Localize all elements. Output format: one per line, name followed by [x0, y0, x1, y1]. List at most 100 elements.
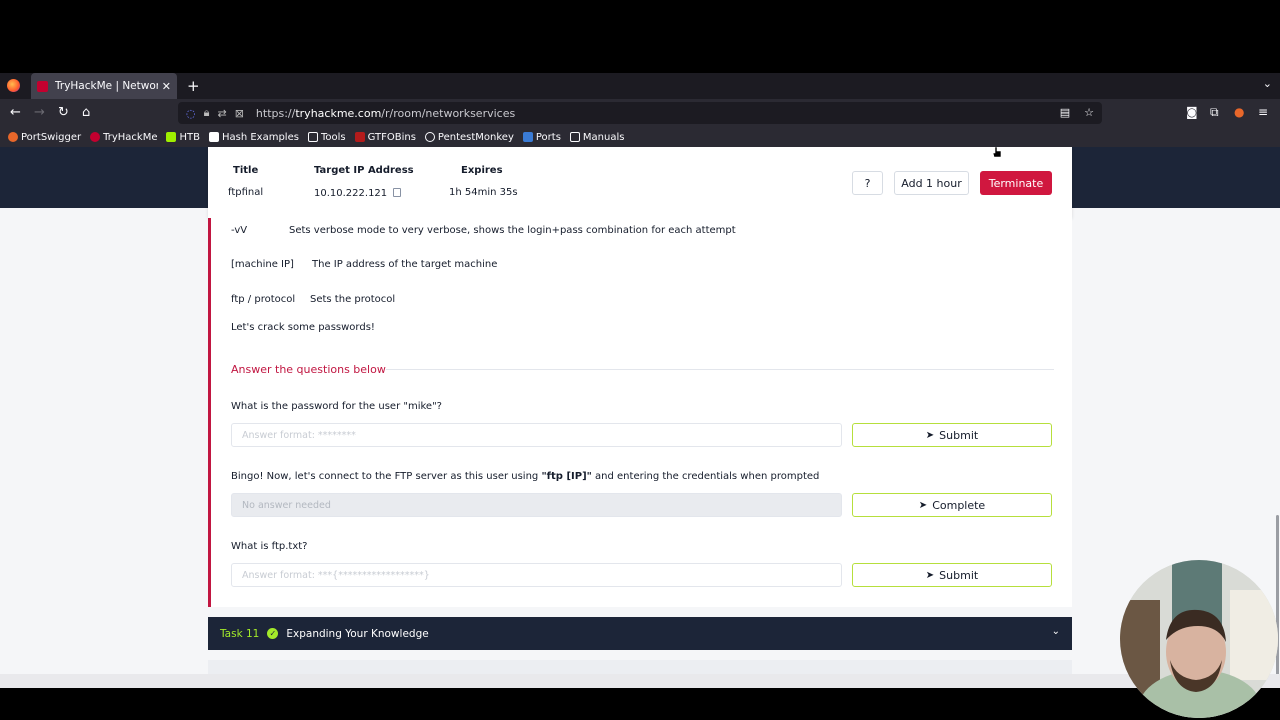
flag-name: [machine IP]	[231, 259, 294, 270]
lock-icon[interactable]: 🔒︎	[204, 106, 210, 120]
flag-description: Sets the protocol	[310, 294, 396, 305]
webcam-person-image	[1120, 560, 1278, 718]
machine-title-value: ftpfinal	[228, 187, 264, 198]
bookmark-label: Hash Examples	[221, 131, 299, 143]
screen: TryHackMe | Network Ser ✕ + ⌄ ← → ↻ ⌂ ◌ …	[0, 0, 1280, 720]
permissions-icon[interactable]: ⇄	[217, 107, 226, 120]
browser-nav-bar: ← → ↻ ⌂ ◌ 🔒︎ ⇄ ⊠ https://tryhackme.com/r…	[0, 99, 1280, 127]
folder-icon	[307, 132, 318, 142]
target-ip-value[interactable]: 10.10.222.121	[314, 188, 387, 199]
bookmark-label: Tools	[320, 131, 346, 143]
question-3-text: What is ftp.txt?	[231, 541, 308, 552]
bookmark-portswigger[interactable]: PortSwigger	[8, 132, 81, 143]
taskbar-strip	[0, 674, 1280, 688]
task-11-header[interactable]: Task 11 ✓ Expanding Your Knowledge ⌄	[208, 617, 1072, 650]
expires-header: Expires	[461, 165, 503, 176]
bookmark-label: Ports	[535, 131, 561, 143]
firefox-icon[interactable]	[7, 79, 20, 92]
question-2-code: "ftp [IP]"	[541, 471, 592, 482]
add-hour-button[interactable]: Add 1 hour	[894, 171, 969, 195]
copy-icon[interactable]	[393, 188, 402, 197]
menu-hamburger-icon[interactable]: ≡	[1258, 105, 1268, 119]
new-tab-button[interactable]: +	[187, 77, 200, 95]
reader-view-icon[interactable]: ▤	[1060, 106, 1070, 119]
foxyproxy-icon[interactable]: ●	[1234, 105, 1244, 119]
bookmark-htb[interactable]: HTB	[166, 132, 200, 143]
reload-icon[interactable]: ↻	[58, 105, 69, 120]
bookmark-tryhackme[interactable]: TryHackMe	[90, 132, 157, 143]
machine-title-header: Title	[233, 165, 259, 176]
browser-tab-tryhackme[interactable]: TryHackMe | Network Ser ✕	[31, 73, 177, 99]
help-button[interactable]: ?	[852, 171, 883, 195]
terminate-button[interactable]: Terminate	[980, 171, 1052, 195]
mouse-cursor-icon	[993, 147, 1002, 157]
camera-blocked-icon[interactable]: ⊠	[235, 107, 244, 120]
question-2-pre: Bingo! Now, let's connect to the FTP ser…	[231, 471, 542, 482]
back-icon[interactable]: ←	[10, 105, 21, 120]
answer-input-1[interactable]: Answer format: ********	[231, 423, 842, 447]
questions-heading: Answer the questions below	[231, 363, 386, 376]
web-page: Title ftpfinal Target IP Address 10.10.2…	[0, 147, 1280, 674]
submit-button-3[interactable]: ➤ Submit	[852, 563, 1052, 587]
complete-button[interactable]: ➤ Complete	[852, 493, 1052, 517]
bookmarks-toolbar: PortSwigger TryHackMe HTB Hash Examples …	[0, 127, 1280, 147]
bookmark-label: PortSwigger	[21, 131, 82, 143]
bookmark-label: PentestMonkey	[437, 131, 514, 143]
flag-description: Sets verbose mode to very verbose, shows…	[289, 225, 736, 236]
bookmark-pentestmonkey[interactable]: PentestMonkey	[424, 131, 514, 143]
bookmark-folder-tools[interactable]: Tools	[307, 131, 346, 143]
url-prefix: https://	[255, 106, 296, 120]
close-tab-icon[interactable]: ✕	[162, 80, 171, 93]
list-all-tabs-icon[interactable]: ⌄	[1263, 77, 1272, 90]
forward-icon[interactable]: →	[34, 105, 45, 120]
answer-input-2: No answer needed	[231, 493, 842, 517]
portswigger-icon	[8, 132, 18, 142]
bookmark-folder-manuals[interactable]: Manuals	[569, 131, 625, 143]
folder-icon	[569, 132, 580, 142]
submit-label: Submit	[939, 428, 979, 442]
bookmark-label: HTB	[179, 131, 200, 143]
tryhackme-icon	[90, 132, 101, 142]
home-icon[interactable]: ⌂	[82, 105, 90, 120]
question-2-text: Bingo! Now, let's connect to the FTP ser…	[231, 471, 819, 482]
tracking-protection-shield-icon[interactable]: ◌	[186, 107, 196, 120]
send-icon: ➤	[925, 429, 935, 441]
question-2-post: and entering the credentials when prompt…	[591, 471, 820, 482]
tab-title: TryHackMe | Network Ser	[55, 80, 158, 92]
complete-label: Complete	[932, 498, 986, 512]
globe-icon	[424, 132, 435, 142]
gtfobins-icon	[354, 132, 365, 142]
task-content-card: -vV Sets verbose mode to very verbose, s…	[208, 218, 1072, 607]
send-icon: ➤	[925, 569, 935, 581]
bookmark-star-icon[interactable]: ☆	[1084, 106, 1094, 119]
url-domain: tryhackme.com	[295, 106, 382, 120]
url-bar[interactable]: ◌ 🔒︎ ⇄ ⊠ https://tryhackme.com/r/room/ne…	[178, 102, 1102, 124]
target-ip-cell: 10.10.222.121	[314, 188, 402, 199]
hash-examples-icon	[208, 132, 219, 142]
bookmark-hash-examples[interactable]: Hash Examples	[208, 131, 299, 143]
tryhackme-favicon-icon	[37, 80, 48, 92]
answer-input-3[interactable]: Answer format: ***{******************}	[231, 563, 842, 587]
next-task-card	[208, 660, 1072, 674]
divider	[386, 369, 1054, 370]
submit-label: Submit	[939, 568, 979, 582]
flag-name: ftp / protocol	[231, 294, 296, 305]
url-actions: ▤ ☆	[1060, 106, 1094, 119]
check-icon: ✓	[267, 628, 279, 639]
url-path: /r/room/networkservices	[381, 106, 516, 120]
bookmark-gtfobins[interactable]: GTFOBins	[354, 132, 416, 143]
extensions-icon[interactable]: ⧉	[1210, 105, 1219, 120]
pocket-icon[interactable]: ◙	[1186, 105, 1198, 119]
chevron-down-icon[interactable]: ⌄	[1052, 626, 1060, 637]
task-title: Expanding Your Knowledge	[286, 627, 429, 640]
submit-button-1[interactable]: ➤ Submit	[852, 423, 1052, 447]
send-icon: ➤	[918, 499, 928, 511]
webcam-overlay	[1120, 560, 1278, 718]
target-ip-header: Target IP Address	[314, 165, 414, 176]
url-text[interactable]: https://tryhackme.com/r/room/networkserv…	[256, 107, 515, 120]
bookmark-ports[interactable]: Ports	[522, 131, 561, 143]
browser-tab-bar: TryHackMe | Network Ser ✕ + ⌄	[0, 73, 1280, 99]
htb-icon	[166, 132, 177, 142]
task-number: Task 11	[220, 627, 260, 640]
bookmark-label: Manuals	[582, 131, 625, 143]
